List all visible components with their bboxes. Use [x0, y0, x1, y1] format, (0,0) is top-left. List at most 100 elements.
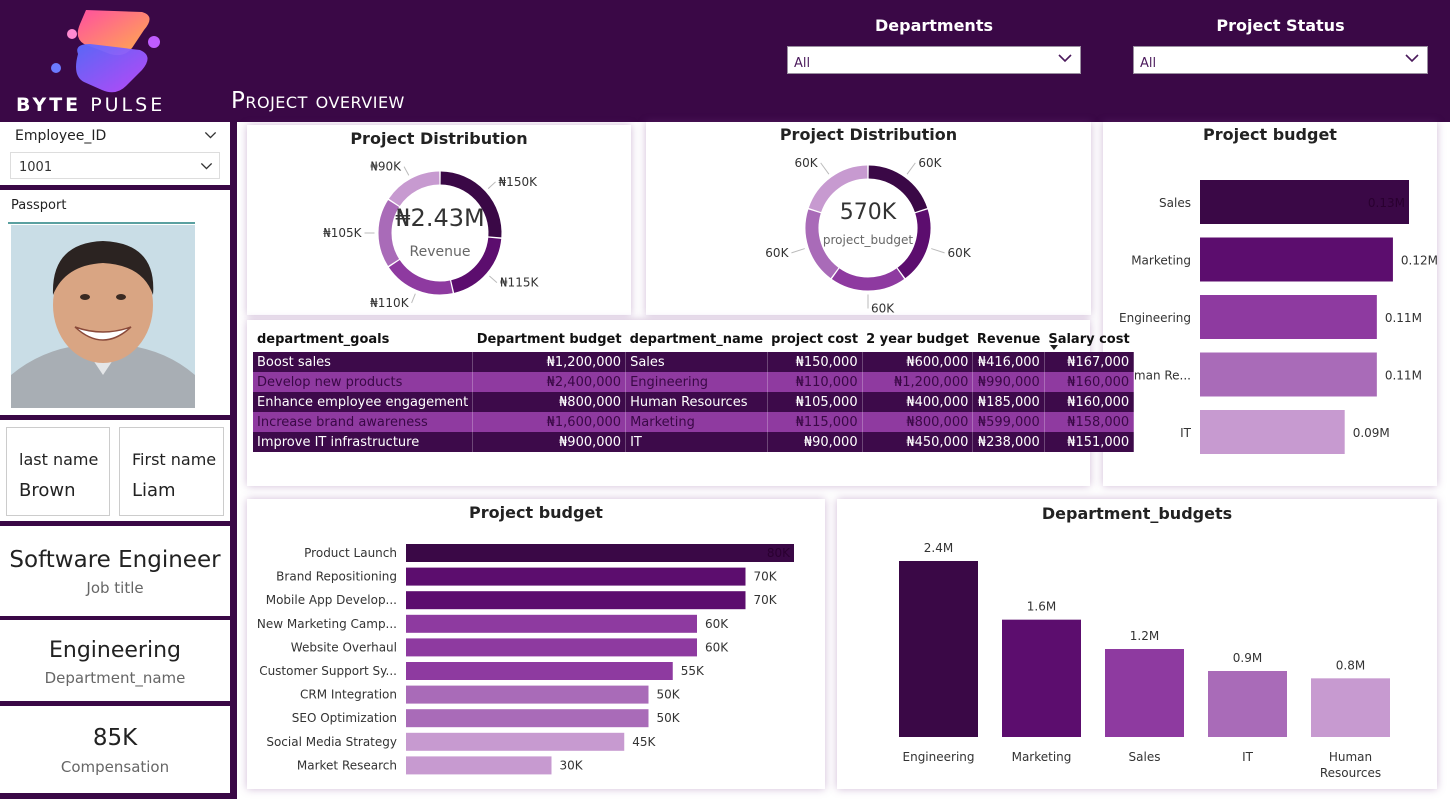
bar-value-label: 50K [657, 711, 681, 725]
employee-id-dropdown[interactable]: 1001 [10, 152, 220, 179]
table-header-cell[interactable]: Revenue [973, 326, 1044, 352]
bar-category-label: Customer Support Sy... [259, 664, 397, 678]
bar-category-label: Resources [1320, 766, 1381, 780]
donut-slice[interactable] [388, 171, 440, 207]
bar[interactable] [1105, 649, 1184, 737]
department-label: Department_name [44, 669, 186, 687]
donut-slice[interactable] [378, 199, 400, 267]
bar-value-label: 0.13M [1368, 196, 1405, 210]
table-cell: ₦185,000 [972, 392, 1045, 412]
table-cell: ₦160,000 [1044, 392, 1135, 412]
table-cell: Human Resources [625, 392, 768, 412]
bar-value-label: 60K [705, 640, 729, 654]
bar-value-label: 2.4M [924, 541, 953, 555]
bar[interactable] [1200, 352, 1377, 397]
table-cell: ₦1,600,000 [472, 412, 627, 432]
donut-leader-line [906, 162, 916, 175]
table-row[interactable]: Boost sales ₦1,200,000 Sales ₦150,000 ₦600,0… [253, 352, 1135, 372]
bar[interactable] [406, 544, 794, 562]
table-row[interactable]: Enhance employee engagement ₦800,000 Human… [253, 392, 1135, 412]
donut-leader-line [489, 275, 498, 283]
table-cell: ₦600,000 [862, 352, 974, 372]
table-cell: Boost sales [253, 352, 474, 372]
department-value: Engineering [49, 638, 181, 663]
table-cell: ₦110,000 [767, 372, 863, 392]
chevron-down-icon [200, 162, 213, 170]
bar[interactable] [406, 662, 673, 680]
bar[interactable] [406, 567, 746, 586]
table-header-cell[interactable]: Salary cost [1044, 326, 1133, 352]
budget-donut-chart[interactable]: 60K 60K 60K 60K 60K 570K project_budget [646, 122, 1091, 315]
bar[interactable] [406, 638, 697, 657]
passport-label: Passport [11, 198, 67, 213]
bar-category-label: Marketing [1131, 254, 1191, 268]
project-status-dropdown[interactable]: All [1133, 46, 1428, 74]
bar-value-label: 0.12M [1401, 254, 1437, 268]
bar[interactable] [1200, 295, 1377, 339]
department-budgets-chart[interactable]: 2.4M Engineering 1.6M Marketing 1.2M Sales 0.9… [837, 499, 1437, 789]
donut-slice-label: 60K [795, 156, 819, 170]
departments-dropdown[interactable]: All [787, 46, 1081, 74]
employee-photo [11, 225, 195, 408]
sort-descending-icon[interactable] [1050, 344, 1059, 350]
table-header-cell[interactable]: Department budget [473, 326, 626, 352]
chevron-down-icon[interactable] [204, 129, 217, 141]
dept-project-budget-card: Project budget Sales 0.13M Marketing 0.12M E… [1103, 122, 1437, 486]
bar[interactable] [1311, 678, 1390, 737]
bar-category-label: New Marketing Camp... [257, 617, 397, 631]
bar-value-label: 0.9M [1233, 651, 1262, 665]
employee-id-label: Employee_ID [15, 128, 107, 144]
bar-category-label: Mobile App Develop... [266, 593, 397, 607]
bar[interactable] [1200, 237, 1393, 282]
name-card: last name Brown First name Liam [0, 420, 230, 521]
table-row[interactable]: Increase brand awareness ₦1,600,000 Market… [253, 412, 1135, 432]
table-header-cell[interactable]: department_name [626, 326, 768, 352]
table-header-cell[interactable]: project cost [767, 326, 862, 352]
table-header-cell[interactable]: department_goals [253, 326, 473, 352]
bar-value-label: 55K [681, 664, 705, 678]
donut-center-value: 570K [840, 200, 897, 225]
bar[interactable] [406, 685, 649, 704]
table-cell: ₦416,000 [972, 352, 1045, 372]
chevron-down-icon [1058, 54, 1072, 63]
donut-center-value: ₦2.43M [395, 204, 484, 232]
bar[interactable] [1002, 619, 1081, 737]
table-cell: ₦238,000 [972, 432, 1045, 452]
project-budget-chart[interactable]: Product Launch 80K Brand Repositioning 70K M… [247, 499, 825, 789]
table-row[interactable]: Develop new products ₦2,400,000 Engineerin… [253, 372, 1135, 392]
bar[interactable] [406, 591, 746, 610]
last-name-label: last name [19, 450, 99, 469]
job-title-label: Job title [86, 579, 144, 597]
bar[interactable] [899, 561, 978, 737]
bar-value-label: 0.11M [1385, 369, 1422, 383]
donut-slice-label: ₦115K [500, 276, 540, 290]
table-cell: ₦167,000 [1044, 352, 1135, 372]
table-header-cell[interactable]: 2 year budget [862, 326, 973, 352]
bar-category-label: Social Media Strategy [266, 735, 397, 749]
table-cell: ₦800,000 [472, 392, 627, 412]
table-cell: ₦160,000 [1044, 372, 1135, 392]
bar[interactable] [406, 709, 649, 728]
donut-slice-label: ₦105K [323, 226, 363, 240]
table-cell: Engineering [625, 372, 768, 392]
brand-wordmark: BYTE PULSE [16, 94, 166, 116]
bar[interactable] [406, 732, 625, 751]
table-cell: ₦150,000 [767, 352, 863, 372]
revenue-donut-chart[interactable]: ₦150K ₦115K ₦110K ₦105K ₦90K ₦2.43M Revenue [247, 125, 631, 315]
table-row[interactable]: Improve IT infrastructure ₦900,000 IT ₦90,0… [253, 432, 1135, 452]
table-header-label: Salary cost [1048, 331, 1130, 347]
bar[interactable] [1200, 410, 1345, 454]
table-cell: ₦158,000 [1044, 412, 1135, 432]
job-title-card: Software Engineer Job title [0, 526, 230, 616]
bar[interactable] [406, 614, 697, 633]
table-cell: Increase brand awareness [253, 412, 474, 432]
donut-slice[interactable] [388, 259, 453, 295]
page-title: Project overview [231, 88, 405, 114]
project-budget-card: Project budget Product Launch 80K Brand Re… [247, 499, 825, 789]
bar-value-label: 60K [705, 617, 729, 631]
bar[interactable] [1208, 671, 1287, 737]
donut-slice[interactable] [831, 268, 905, 291]
revenue-donut-card: Project Distribution ₦150K ₦115K ₦110K ₦105… [247, 125, 631, 315]
bar[interactable] [406, 756, 552, 775]
dept-project-budget-chart[interactable]: Sales 0.13M Marketing 0.12M Engineering 0.11M… [1103, 122, 1437, 486]
